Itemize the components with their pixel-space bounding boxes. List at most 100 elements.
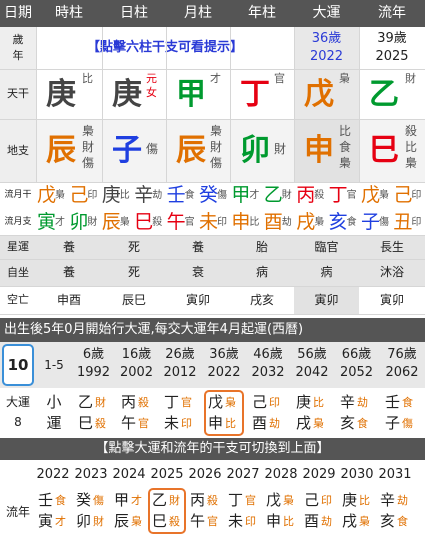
liunian-year-1[interactable]: 2023 <box>71 466 111 484</box>
liuyue-gan-6[interactable]: 甲 <box>231 184 250 206</box>
liunian-gan-7[interactable]: 己 <box>304 490 319 511</box>
dayun-zhi-6[interactable]: 亥 <box>340 413 355 434</box>
pillar-hint-button[interactable]: 【點擊六柱干支可看提示】 <box>36 27 294 69</box>
tiangan-char-1[interactable]: 庚 <box>112 78 142 112</box>
tiangan-char-2[interactable]: 甲 <box>176 78 206 112</box>
liunian-zhi-9[interactable]: 亥 <box>380 511 395 532</box>
liunian-zhi-2[interactable]: 辰 <box>114 511 129 532</box>
liuyue-zhi-4[interactable]: 午 <box>167 211 186 233</box>
liunian-gan-1[interactable]: 癸 <box>76 490 91 511</box>
dayun-zhi-2[interactable]: 未 <box>164 413 179 434</box>
dayun-gan-7[interactable]: 壬 <box>385 392 400 413</box>
dizhi-char-5[interactable]: 巳 <box>369 134 399 168</box>
tiangan-char-3[interactable]: 丁 <box>240 78 270 112</box>
liunian-gan-5[interactable]: 丁 <box>228 490 243 511</box>
dizhi-char-0[interactable]: 辰 <box>46 134 76 168</box>
dayun-gan-1[interactable]: 丙 <box>121 392 136 413</box>
liuyue-zhi-1[interactable]: 卯 <box>69 211 88 233</box>
dayun-range[interactable]: 1-5 <box>36 342 72 388</box>
dayun-age-4[interactable]: 46歲 <box>246 346 290 364</box>
liunian-zhi-7[interactable]: 酉 <box>304 511 319 532</box>
dayun-gan-2[interactable]: 丁 <box>164 392 179 413</box>
liuyue-gan-7[interactable]: 乙 <box>264 184 283 206</box>
liuyue-gan-1[interactable]: 己 <box>69 184 88 206</box>
liuyue-zhi-11[interactable]: 丑 <box>393 211 412 233</box>
dayun-age-7[interactable]: 76歲 <box>379 346 425 364</box>
liuyue-gan-8[interactable]: 丙 <box>296 184 315 206</box>
dayun-year-3[interactable]: 2022 <box>202 364 246 382</box>
dayun-year-1[interactable]: 2002 <box>115 364 158 382</box>
liunian-gan-9[interactable]: 辛 <box>380 490 395 511</box>
liunian-year-0[interactable]: 2022 <box>33 466 73 484</box>
xiaoyun-2[interactable]: 運 <box>36 413 72 434</box>
liunian-gan-6[interactable]: 戊 <box>266 490 281 511</box>
liunian-year-9[interactable]: 2031 <box>375 466 415 484</box>
liuyue-gan-5[interactable]: 癸 <box>199 184 218 206</box>
liuyue-zhi-6[interactable]: 申 <box>231 211 250 233</box>
dayun-age-5[interactable]: 56歲 <box>290 346 334 364</box>
dayun-year-5[interactable]: 2042 <box>290 364 334 382</box>
dayun-zhi-1[interactable]: 午 <box>121 413 136 434</box>
liunian-zhi-6[interactable]: 申 <box>266 511 281 532</box>
liunian-gan-4[interactable]: 丙 <box>190 490 205 511</box>
tiangan-char-4[interactable]: 戊 <box>304 78 334 112</box>
dayun-gan-0[interactable]: 乙 <box>78 392 93 413</box>
dayun-age-6[interactable]: 66歲 <box>334 346 379 364</box>
liuyue-gan-0[interactable]: 戊 <box>37 184 56 206</box>
liuyue-gan-3[interactable]: 辛 <box>134 184 153 206</box>
dayun-age-0[interactable]: 6歲 <box>72 346 115 364</box>
dayun-zhi-5[interactable]: 戌 <box>296 413 311 434</box>
dayun-gan-6[interactable]: 辛 <box>340 392 355 413</box>
dayun-age-1[interactable]: 16歲 <box>115 346 158 364</box>
liuyue-gan-11[interactable]: 己 <box>393 184 412 206</box>
liunian-year-6[interactable]: 2028 <box>261 466 301 484</box>
dayun-gan-5[interactable]: 庚 <box>296 392 311 413</box>
dayun-age-2[interactable]: 26歲 <box>158 346 202 364</box>
liuyue-gan-10[interactable]: 戊 <box>361 184 380 206</box>
liunian-zhi-1[interactable]: 卯 <box>76 511 91 532</box>
dayun-year-2[interactable]: 2012 <box>158 364 202 382</box>
dayun-gan-4[interactable]: 己 <box>252 392 267 413</box>
dizhi-char-3[interactable]: 卯 <box>240 134 270 168</box>
liunian-year-8[interactable]: 2030 <box>337 466 377 484</box>
dizhi-char-1[interactable]: 子 <box>112 134 142 168</box>
liunian-year-4[interactable]: 2026 <box>185 466 225 484</box>
liuyue-zhi-7[interactable]: 酉 <box>264 211 283 233</box>
liunian-zhi-0[interactable]: 寅 <box>38 511 53 532</box>
liuyue-gan-4[interactable]: 壬 <box>167 184 186 206</box>
liunian-gan-0[interactable]: 壬 <box>38 490 53 511</box>
liunian-year-7[interactable]: 2029 <box>299 466 339 484</box>
liunian-gan-8[interactable]: 庚 <box>342 490 357 511</box>
dizhi-char-4[interactable]: 申 <box>304 134 334 168</box>
tiangan-char-0[interactable]: 庚 <box>46 78 76 112</box>
liunian-zhi-5[interactable]: 未 <box>228 511 243 532</box>
liuyue-zhi-5[interactable]: 未 <box>199 211 218 233</box>
dayun-start-age[interactable]: 10 <box>2 344 34 386</box>
dayun-zhi-7[interactable]: 子 <box>385 413 400 434</box>
dayun-year-7[interactable]: 2062 <box>379 364 425 382</box>
dayun-zhi-3[interactable]: 申 <box>208 413 223 434</box>
dayun-zhi-0[interactable]: 巳 <box>78 413 93 434</box>
liunian-year-5[interactable]: 2027 <box>223 466 263 484</box>
dizhi-char-2[interactable]: 辰 <box>176 134 206 168</box>
dayun-zhi-4[interactable]: 酉 <box>252 413 267 434</box>
dayun-age-3[interactable]: 36歲 <box>202 346 246 364</box>
liuyue-zhi-10[interactable]: 子 <box>361 211 380 233</box>
switch-hint-bar[interactable]: 【點擊大運和流年的干支可切換到上面】 <box>0 438 425 460</box>
liunian-zhi-3[interactable]: 巳 <box>152 511 167 532</box>
liunian-gan-3[interactable]: 乙 <box>152 490 167 511</box>
liuyue-zhi-9[interactable]: 亥 <box>329 211 348 233</box>
dayun-year-4[interactable]: 2032 <box>246 364 290 382</box>
liunian-year-2[interactable]: 2024 <box>109 466 149 484</box>
liuyue-zhi-2[interactable]: 辰 <box>102 211 121 233</box>
liunian-zhi-4[interactable]: 午 <box>190 511 205 532</box>
liunian-gan-2[interactable]: 甲 <box>114 490 129 511</box>
xiaoyun-1[interactable]: 小 <box>36 392 72 413</box>
liuyue-gan-2[interactable]: 庚 <box>102 184 121 206</box>
liunian-zhi-8[interactable]: 戌 <box>342 511 357 532</box>
dayun-year-0[interactable]: 1992 <box>72 364 115 382</box>
liuyue-gan-9[interactable]: 丁 <box>329 184 348 206</box>
tiangan-char-5[interactable]: 乙 <box>369 78 399 112</box>
dayun-year-6[interactable]: 2052 <box>334 364 379 382</box>
dayun-gan-3[interactable]: 戊 <box>208 392 223 413</box>
